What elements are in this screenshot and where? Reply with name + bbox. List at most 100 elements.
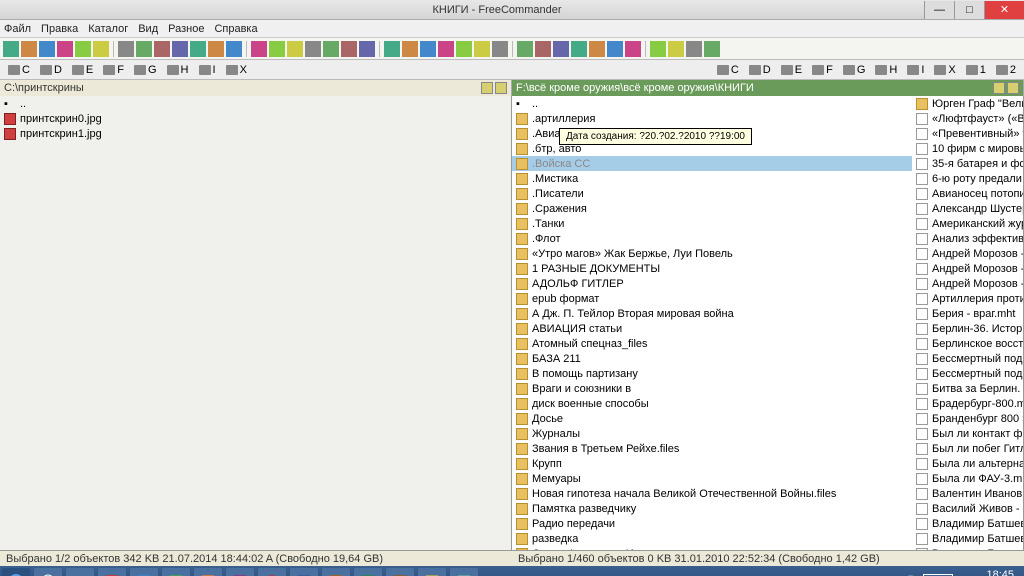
list-item[interactable]: 35-я батарея и форт Максим Г — [912, 156, 1024, 171]
list-item[interactable]: Был ли контакт фашистской Ге — [912, 426, 1024, 441]
toolbar-icon[interactable] — [21, 41, 37, 57]
toolbar-icon[interactable] — [456, 41, 472, 57]
toolbar-icon[interactable] — [118, 41, 134, 57]
drive-button[interactable]: G — [839, 63, 870, 77]
taskbar-app-icon[interactable] — [386, 568, 414, 576]
list-item[interactable]: Бессмертный подвиг донских и — [912, 366, 1024, 381]
list-item[interactable]: Александр Шустер - три истори — [912, 201, 1024, 216]
list-item[interactable]: Валентин Иванов - историки и — [912, 486, 1024, 501]
list-item[interactable]: ▪.. — [0, 96, 511, 111]
list-item[interactable]: Битва за Берлин. Неизвестная — [912, 381, 1024, 396]
list-item[interactable]: Василий Живов - победа и миф — [912, 501, 1024, 516]
list-item[interactable]: «Люфтфауст» («Воздушный ку — [912, 111, 1024, 126]
toolbar-icon[interactable] — [704, 41, 720, 57]
list-item[interactable]: Артиллерия против цитадели.п — [912, 291, 1024, 306]
list-item[interactable]: диск военные способы — [512, 396, 912, 411]
list-item[interactable]: .артиллерия — [512, 111, 912, 126]
taskbar-app-icon[interactable] — [98, 568, 126, 576]
list-item[interactable]: АДОЛЬФ ГИТЛЕР — [512, 276, 912, 291]
drive-button[interactable]: C — [4, 63, 34, 77]
list-item[interactable]: Американский журнал Collier's — [912, 216, 1024, 231]
list-item[interactable]: 10 фирм с мировым именем, р — [912, 141, 1024, 156]
right-pane[interactable]: ▪...артиллерия.Авиация.бтр, авто.Войска … — [512, 96, 1024, 550]
toolbar-icon[interactable] — [75, 41, 91, 57]
taskbar-app-icon[interactable] — [290, 568, 318, 576]
tab-icon[interactable] — [481, 82, 493, 94]
menu-item[interactable]: Каталог — [88, 23, 128, 35]
taskbar-app-icon[interactable] — [258, 568, 286, 576]
toolbar-icon[interactable] — [607, 41, 623, 57]
tab-icon[interactable] — [993, 82, 1005, 94]
toolbar-icon[interactable] — [57, 41, 73, 57]
path-left[interactable]: C:\принтскрины — [0, 80, 512, 96]
system-tray[interactable]: ▲ 🔊 РУС 18:45 21.07.2014 — [878, 570, 1022, 576]
list-item[interactable]: Владимир Батшев освобождён — [912, 546, 1024, 550]
toolbar-icon[interactable] — [474, 41, 490, 57]
list-item[interactable]: Серия Фронтовая Иллюстрация — [512, 546, 912, 550]
toolbar-icon[interactable] — [650, 41, 666, 57]
toolbar-icon[interactable] — [251, 41, 267, 57]
drive-button[interactable]: D — [36, 63, 66, 77]
toolbar-icon[interactable] — [589, 41, 605, 57]
taskbar-app-icon[interactable] — [226, 568, 254, 576]
drive-button[interactable]: H — [871, 63, 901, 77]
left-pane[interactable]: ▪..принтскрин0.jpgпринтскрин1.jpg — [0, 96, 512, 550]
taskbar-explorer-icon[interactable] — [66, 568, 94, 576]
list-item[interactable]: А Дж. П. Тейлор Вторая мировая война — [512, 306, 912, 321]
tab-icon[interactable] — [495, 82, 507, 94]
list-item[interactable]: принтскрин1.jpg — [0, 126, 511, 141]
toolbar-icon[interactable] — [553, 41, 569, 57]
drive-button[interactable]: E — [68, 63, 97, 77]
drive-button[interactable]: E — [777, 63, 806, 77]
toolbar-icon[interactable] — [686, 41, 702, 57]
drive-button[interactable]: 1 — [962, 63, 990, 77]
list-item[interactable]: .Писатели — [512, 186, 912, 201]
menu-item[interactable]: Справка — [214, 23, 257, 35]
list-item[interactable]: Была ли альтернатива штурму — [912, 456, 1024, 471]
drive-button[interactable]: 2 — [992, 63, 1020, 77]
list-item[interactable]: Звания в Третьем Рейхе.files — [512, 441, 912, 456]
list-item[interactable]: .Мистика — [512, 171, 912, 186]
list-item[interactable]: .Войска СС — [512, 156, 912, 171]
toolbar-icon[interactable] — [93, 41, 109, 57]
clock[interactable]: 18:45 21.07.2014 — [959, 570, 1014, 576]
drive-button[interactable]: H — [163, 63, 193, 77]
toolbar-icon[interactable] — [359, 41, 375, 57]
taskbar-app-icon[interactable] — [194, 568, 222, 576]
list-item[interactable]: Враги и союзники в — [512, 381, 912, 396]
list-item[interactable]: .Сражения — [512, 201, 912, 216]
toolbar-icon[interactable] — [287, 41, 303, 57]
drive-button[interactable]: D — [745, 63, 775, 77]
drive-button[interactable]: X — [930, 63, 959, 77]
toolbar-icon[interactable] — [571, 41, 587, 57]
toolbar-icon[interactable] — [517, 41, 533, 57]
list-item[interactable]: epub формат — [512, 291, 912, 306]
minimize-button[interactable]: — — [924, 1, 954, 19]
start-button[interactable] — [2, 568, 30, 576]
list-item[interactable]: Андрей Морозов - Неизвестны — [912, 276, 1024, 291]
toolbar-icon[interactable] — [420, 41, 436, 57]
drive-button[interactable]: F — [808, 63, 837, 77]
list-item[interactable]: Досье — [512, 411, 912, 426]
list-item[interactable]: Авианосец потопили одним са — [912, 186, 1024, 201]
menu-item[interactable]: Файл — [4, 23, 31, 35]
toolbar-icon[interactable] — [305, 41, 321, 57]
drive-button[interactable]: I — [195, 63, 220, 77]
list-item[interactable]: «Превентивный» удар Красной — [912, 126, 1024, 141]
list-item[interactable]: Берия - враг.mht — [912, 306, 1024, 321]
list-item[interactable]: Был ли побег Гитлера из Берли — [912, 441, 1024, 456]
list-item[interactable]: разведка — [512, 531, 912, 546]
menu-item[interactable]: Вид — [138, 23, 158, 35]
tab-icon[interactable] — [1007, 82, 1019, 94]
toolbar-icon[interactable] — [136, 41, 152, 57]
taskbar-app-icon[interactable] — [418, 568, 446, 576]
toolbar-icon[interactable] — [492, 41, 508, 57]
list-item[interactable]: Бранденбург 800 » Военное об — [912, 411, 1024, 426]
toolbar-icon[interactable] — [190, 41, 206, 57]
taskbar-app-icon[interactable] — [130, 568, 158, 576]
list-item[interactable]: Была ли ФАУ-3.mht — [912, 471, 1024, 486]
list-item[interactable]: Новая гипотеза начала Великой Отечествен… — [512, 486, 912, 501]
list-item[interactable]: Памятка разведчику — [512, 501, 912, 516]
list-item[interactable]: Журналы — [512, 426, 912, 441]
list-item[interactable]: 6-ю роту предали дважды » Вс — [912, 171, 1024, 186]
